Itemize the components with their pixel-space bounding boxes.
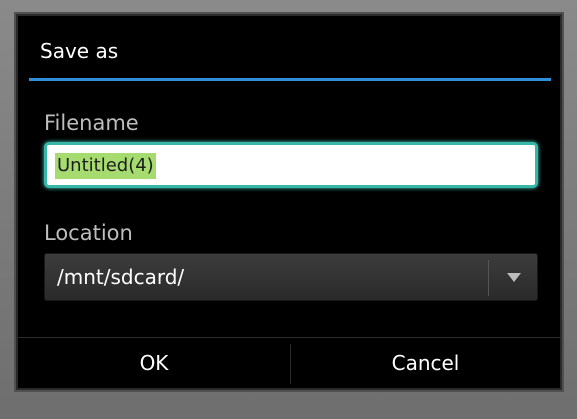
ok-button[interactable]: OK [18,338,290,389]
filename-field[interactable]: Untitled(4) [44,142,538,188]
title-divider [29,78,551,81]
chevron-down-icon[interactable] [507,273,521,282]
location-dropdown[interactable]: /mnt/sdcard/ [44,253,538,301]
filename-label: Filename [44,111,139,135]
location-value: /mnt/sdcard/ [57,265,185,289]
dropdown-divider [488,260,489,296]
cancel-button[interactable]: Cancel [291,338,560,389]
filename-value[interactable]: Untitled(4) [55,153,156,179]
dialog-title: Save as [40,39,119,63]
button-bar: OK Cancel [18,337,560,389]
location-label: Location [44,221,133,245]
save-as-dialog: Save as Filename Untitled(4) Location /m… [16,14,562,390]
